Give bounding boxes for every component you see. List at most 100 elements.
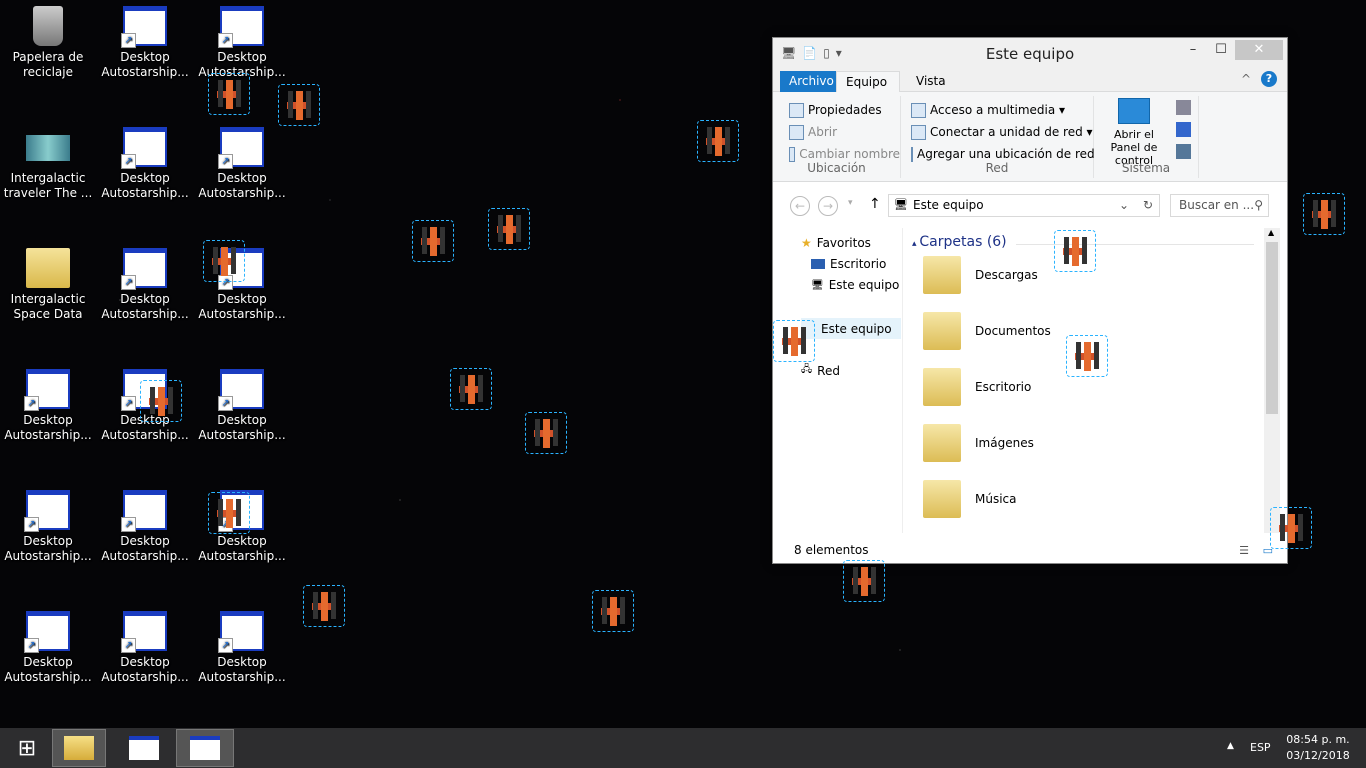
desktop-icon-item[interactable]: Desktop Autostarship... bbox=[0, 611, 96, 685]
desktop-icon-label: Desktop Autostarship... bbox=[97, 534, 193, 564]
maximize-button[interactable]: ☐ bbox=[1207, 40, 1235, 60]
folder-item[interactable]: Música bbox=[923, 480, 1017, 518]
spaceship-sprite[interactable] bbox=[1303, 193, 1345, 235]
spaceship-sprite[interactable] bbox=[525, 412, 567, 454]
file-explorer-window: 🖥📄▯▾ Este equipo – ☐ ✕ Archivo Equipo Vi… bbox=[772, 37, 1288, 564]
address-dropdown-icon[interactable]: ⌄ bbox=[1119, 198, 1129, 212]
star-icon: ★ bbox=[801, 236, 812, 250]
spaceship-sprite[interactable] bbox=[488, 208, 530, 250]
tab-archivo[interactable]: Archivo bbox=[780, 71, 843, 92]
scrollbar-thumb[interactable] bbox=[1266, 242, 1278, 414]
recent-dropdown-icon[interactable]: ▾ bbox=[848, 198, 853, 208]
desktop-icon-item[interactable]: Desktop Autostarship... bbox=[194, 369, 290, 443]
folder-icon bbox=[923, 480, 961, 518]
desktop-icon-item[interactable]: Desktop Autostarship... bbox=[97, 490, 193, 564]
nav-este-equipo-favorite[interactable]: 🖥Este equipo bbox=[811, 278, 899, 292]
folder-item[interactable]: Descargas bbox=[923, 256, 1038, 294]
group-label-red: Red bbox=[901, 161, 1093, 175]
tab-vista[interactable]: Vista bbox=[907, 71, 955, 92]
system-properties-icon[interactable] bbox=[1176, 100, 1191, 115]
language-indicator[interactable]: ESP bbox=[1250, 741, 1271, 754]
folder-item[interactable]: Escritorio bbox=[923, 368, 1031, 406]
nav-red[interactable]: 🖧Red bbox=[801, 362, 840, 379]
shortcut-window-icon bbox=[123, 490, 167, 530]
desktop-icon-item[interactable]: Desktop Autostarship... bbox=[194, 127, 290, 201]
forward-button[interactable]: → bbox=[818, 196, 838, 216]
desktop-icon-label: Intergalactic traveler The ... bbox=[0, 171, 96, 201]
vertical-scrollbar[interactable]: ▲ bbox=[1264, 228, 1280, 533]
open-button[interactable]: Abrir bbox=[789, 121, 900, 143]
manage-icon[interactable] bbox=[1176, 144, 1191, 159]
spaceship-sprite[interactable] bbox=[303, 585, 345, 627]
desktop-icon-item[interactable]: Desktop Autostarship... bbox=[97, 6, 193, 80]
folder-item[interactable]: Imágenes bbox=[923, 424, 1034, 462]
shortcut-window-icon bbox=[220, 611, 264, 651]
spaceship-sprite[interactable] bbox=[278, 84, 320, 126]
folder-label: Imágenes bbox=[975, 436, 1034, 450]
spaceship-sprite[interactable] bbox=[208, 492, 250, 534]
shortcut-window-icon bbox=[123, 611, 167, 651]
desktop-icon-item[interactable]: Desktop Autostarship... bbox=[0, 490, 96, 564]
nav-este-equipo[interactable]: Este equipo bbox=[801, 318, 901, 339]
desktop-icon-item[interactable]: Desktop Autostarship... bbox=[194, 611, 290, 685]
taskbar-window-1[interactable] bbox=[116, 729, 172, 767]
spaceship-sprite[interactable] bbox=[450, 368, 492, 410]
desktop-icon-label: Desktop Autostarship... bbox=[97, 50, 193, 80]
search-input[interactable]: Buscar en ...⚲ bbox=[1170, 194, 1269, 217]
nav-favoritos[interactable]: ★Favoritos bbox=[801, 236, 871, 250]
properties-button[interactable]: Propiedades bbox=[789, 99, 900, 121]
desktop-icon-item[interactable]: Intergalactic Space Data bbox=[0, 248, 96, 322]
desktop-icon-item[interactable]: Desktop Autostarship... bbox=[97, 248, 193, 322]
spaceship-sprite[interactable] bbox=[697, 120, 739, 162]
taskbar-window-2[interactable] bbox=[176, 729, 234, 767]
spaceship-sprite[interactable] bbox=[773, 320, 815, 362]
section-header-carpetas[interactable]: ▴ Carpetas (6) bbox=[912, 234, 1007, 250]
back-button[interactable]: ← bbox=[790, 196, 810, 216]
tab-equipo[interactable]: Equipo bbox=[836, 71, 900, 92]
show-hidden-icons-button[interactable]: ▲ bbox=[1227, 741, 1234, 751]
control-panel-button[interactable]: Abrir el Panel de control bbox=[1098, 98, 1170, 167]
folder-icon bbox=[923, 256, 961, 294]
spaceship-sprite[interactable] bbox=[203, 240, 245, 282]
uninstall-program-icon[interactable] bbox=[1176, 122, 1191, 137]
media-access-button[interactable]: Acceso a multimedia ▾ bbox=[911, 99, 1093, 121]
spaceship-sprite[interactable] bbox=[140, 380, 182, 422]
desktop-icon-label: Desktop Autostarship... bbox=[97, 171, 193, 201]
minimize-button[interactable]: – bbox=[1179, 40, 1207, 60]
spaceship-sprite[interactable] bbox=[412, 220, 454, 262]
up-arrow-icon[interactable]: ↑ bbox=[869, 196, 881, 212]
spaceship-sprite[interactable] bbox=[592, 590, 634, 632]
desktop-icon-item[interactable]: Desktop Autostarship... bbox=[0, 369, 96, 443]
shortcut-window-icon bbox=[220, 369, 264, 409]
desktop-icon-item[interactable]: Intergalactic traveler The ... bbox=[0, 127, 96, 201]
desktop-icon-label: Desktop Autostarship... bbox=[0, 655, 96, 685]
spaceship-sprite[interactable] bbox=[843, 560, 885, 602]
taskbar-file-explorer[interactable] bbox=[52, 729, 106, 767]
map-network-drive-button[interactable]: Conectar a unidad de red ▾ bbox=[911, 121, 1093, 143]
desktop-icon-label: Papelera de reciclaje bbox=[0, 50, 96, 80]
close-button[interactable]: ✕ bbox=[1235, 40, 1283, 60]
desktop-icon-item[interactable]: Desktop Autostarship... bbox=[194, 6, 290, 80]
spaceship-sprite[interactable] bbox=[1066, 335, 1108, 377]
collapse-ribbon-icon[interactable]: ^ bbox=[1241, 72, 1251, 86]
desktop-icon-label: Desktop Autostarship... bbox=[194, 292, 290, 322]
nav-escritorio[interactable]: Escritorio bbox=[811, 257, 886, 271]
spaceship-sprite[interactable] bbox=[1054, 230, 1096, 272]
details-view-icon[interactable]: ☰ bbox=[1239, 544, 1249, 557]
recycle-bin-icon bbox=[33, 6, 63, 46]
spaceship-sprite[interactable] bbox=[208, 73, 250, 115]
title-bar[interactable]: 🖥📄▯▾ Este equipo – ☐ ✕ bbox=[773, 38, 1287, 68]
shortcut-window-icon bbox=[220, 6, 264, 46]
help-icon[interactable]: ? bbox=[1261, 71, 1277, 87]
desktop-icon-item[interactable]: Desktop Autostarship... bbox=[97, 611, 193, 685]
control-panel-icon bbox=[1118, 98, 1150, 124]
refresh-icon[interactable]: ↻ bbox=[1143, 198, 1153, 212]
address-bar[interactable]: 🖥Este equipo⌄↻ bbox=[888, 194, 1160, 217]
start-button[interactable]: ⊞ bbox=[0, 729, 54, 767]
clock[interactable]: 08:54 p. m.03/12/2018 bbox=[1284, 732, 1352, 764]
folder-label: Música bbox=[975, 492, 1017, 506]
desktop-icon-item[interactable]: Desktop Autostarship... bbox=[97, 127, 193, 201]
spaceship-sprite[interactable] bbox=[1270, 507, 1312, 549]
folder-item[interactable]: Documentos bbox=[923, 312, 1051, 350]
desktop-icon-item[interactable]: Papelera de reciclaje bbox=[0, 6, 96, 80]
